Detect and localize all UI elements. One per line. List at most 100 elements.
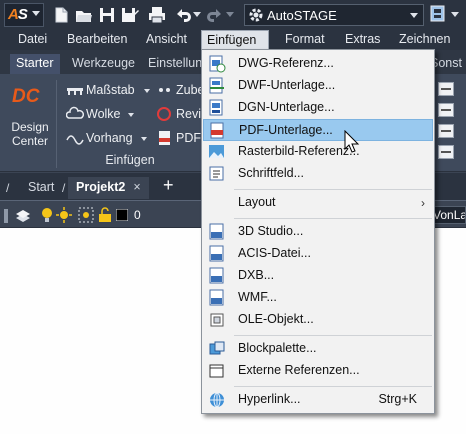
- design-center-label-2: Center: [11, 134, 49, 148]
- menu-extras[interactable]: Extras: [340, 30, 385, 50]
- menu-item-field[interactable]: Schriftfeld...: [203, 163, 433, 185]
- cloud-button[interactable]: Wolke: [65, 106, 152, 124]
- menu-item-label: Schriftfeld...: [238, 166, 304, 180]
- chevron-down-icon: [32, 11, 40, 16]
- menu-zeichnen[interactable]: Zeichnen: [394, 30, 455, 50]
- menu-item-dgn-underlay[interactable]: DGN-Unterlage...: [203, 97, 433, 119]
- curtain-label: Vorhang: [86, 131, 133, 145]
- tab-projekt2[interactable]: Projekt2 ×: [68, 177, 149, 199]
- menu-item-layout[interactable]: Layout ›: [203, 192, 433, 214]
- chevron-down-icon: [141, 137, 147, 141]
- tab-starter[interactable]: Starter: [10, 54, 60, 74]
- viewport-freeze-icon[interactable]: [78, 207, 94, 226]
- menu-separator: [234, 189, 432, 190]
- design-center-icon: DC: [12, 86, 40, 107]
- menu-item-label: Hyperlink...: [238, 392, 301, 406]
- menu-item-label: DWG-Referenz...: [238, 56, 334, 70]
- new-icon[interactable]: [52, 6, 70, 24]
- menu-item-label: ACIS-Datei...: [238, 246, 311, 260]
- menu-item-wmf[interactable]: WMF...: [203, 287, 433, 309]
- revision-button[interactable]: Revis: [156, 106, 207, 125]
- undo-icon[interactable]: [174, 6, 192, 24]
- lightbulb-icon[interactable]: [40, 207, 54, 226]
- mouse-pointer-icon: [344, 129, 360, 154]
- wmf-icon: [208, 289, 226, 307]
- app-menu-button[interactable]: AS: [4, 3, 44, 27]
- chevron-down-icon: [128, 113, 134, 117]
- dwg-reference-icon: [208, 55, 226, 73]
- scale-button[interactable]: Maßstab: [66, 82, 152, 100]
- grip-icon: [4, 209, 8, 226]
- chevron-down-icon: [144, 89, 150, 93]
- accessory-button[interactable]: Zube: [156, 82, 205, 100]
- menu-item-3d-studio[interactable]: 3D Studio...: [203, 221, 433, 243]
- menu-item-raster-image[interactable]: Rasterbild-Referenz...: [203, 141, 433, 163]
- menu-item-dwg-reference[interactable]: DWG-Referenz...: [203, 53, 433, 75]
- revision-icon: [156, 106, 174, 125]
- tabs-scroll-icon[interactable]: /: [6, 181, 9, 195]
- text-tool-icon[interactable]: [438, 124, 454, 138]
- design-center-label-1: Design: [11, 120, 49, 134]
- menu-item-acis[interactable]: ACIS-Datei...: [203, 243, 433, 265]
- text-tool-icon[interactable]: [438, 145, 454, 159]
- sun-icon[interactable]: [56, 207, 72, 226]
- menu-item-label: DXB...: [238, 268, 275, 282]
- dxb-icon: [208, 267, 226, 285]
- text-tool-icon[interactable]: [438, 103, 454, 117]
- curtain-icon: [66, 130, 84, 149]
- title-bar: AS AutoSTAGE: [0, 0, 466, 30]
- undo-dropdown-icon[interactable]: [193, 12, 201, 18]
- pdf-button[interactable]: PDF: [156, 130, 201, 148]
- menu-item-external-references[interactable]: Externe Referenzen...: [203, 360, 433, 382]
- menu-item-label: PDF-Unterlage...: [239, 123, 333, 137]
- pdf-icon: [156, 130, 174, 149]
- menu-item-label: DWF-Unterlage...: [238, 78, 336, 92]
- open-icon[interactable]: [75, 6, 93, 24]
- menu-item-label: Externe Referenzen...: [238, 363, 360, 377]
- menu-separator: [234, 218, 432, 219]
- new-tab-button[interactable]: +: [163, 175, 174, 196]
- save-icon[interactable]: [98, 6, 116, 24]
- block-palette-icon: [208, 340, 226, 358]
- menu-einfuegen[interactable]: Einfügen: [201, 30, 269, 50]
- hyperlink-icon: [208, 391, 226, 409]
- menu-item-label: Blockpalette...: [238, 341, 317, 355]
- menu-item-dxb[interactable]: DXB...: [203, 265, 433, 287]
- pdf-label: PDF: [176, 131, 201, 145]
- save-as-icon[interactable]: [121, 6, 139, 24]
- menu-datei[interactable]: Datei: [13, 30, 52, 50]
- tab-einstellungen[interactable]: Einstellun: [142, 54, 208, 74]
- tab-divider: /: [62, 181, 66, 195]
- panel-title: Einfügen: [105, 153, 155, 167]
- text-tool-icon[interactable]: [438, 82, 454, 96]
- menu-separator: [234, 335, 432, 336]
- workspace-switch-icon[interactable]: [428, 4, 448, 26]
- lock-open-icon[interactable]: [98, 207, 112, 226]
- menu-item-hyperlink[interactable]: Hyperlink... Strg+K: [203, 389, 433, 411]
- print-icon[interactable]: [148, 6, 166, 24]
- workspace-select[interactable]: AutoSTAGE: [244, 4, 424, 26]
- curtain-button[interactable]: Vorhang: [66, 130, 152, 148]
- menu-item-pdf-underlay[interactable]: PDF-Unterlage...: [203, 119, 433, 141]
- external-references-icon: [208, 362, 226, 380]
- tab-werkzeuge[interactable]: Werkzeuge: [66, 54, 141, 74]
- redo-dropdown-icon[interactable]: [226, 12, 234, 18]
- menu-item-dwf-underlay[interactable]: DWF-Unterlage...: [203, 75, 433, 97]
- menu-bearbeiten[interactable]: Bearbeiten: [62, 30, 132, 50]
- color-swatch-icon[interactable]: [115, 208, 129, 224]
- menu-separator: [234, 386, 432, 387]
- cloud-label: Wolke: [86, 107, 121, 121]
- chevron-down-icon[interactable]: [451, 12, 459, 18]
- redo-icon[interactable]: [206, 6, 224, 24]
- linetype-select[interactable]: VonLa: [430, 206, 466, 224]
- menu-format[interactable]: Format: [280, 30, 330, 50]
- menu-ansicht[interactable]: Ansicht: [141, 30, 192, 50]
- raster-image-icon: [208, 143, 226, 161]
- tab-start[interactable]: Start: [20, 177, 62, 199]
- chevron-down-icon: [410, 13, 418, 18]
- layer-properties-icon[interactable]: [14, 206, 32, 227]
- close-icon[interactable]: ×: [133, 180, 140, 194]
- menu-item-block-palette[interactable]: Blockpalette...: [203, 338, 433, 360]
- pdf-underlay-icon: [209, 122, 227, 140]
- menu-item-ole-object[interactable]: OLE-Objekt...: [203, 309, 433, 331]
